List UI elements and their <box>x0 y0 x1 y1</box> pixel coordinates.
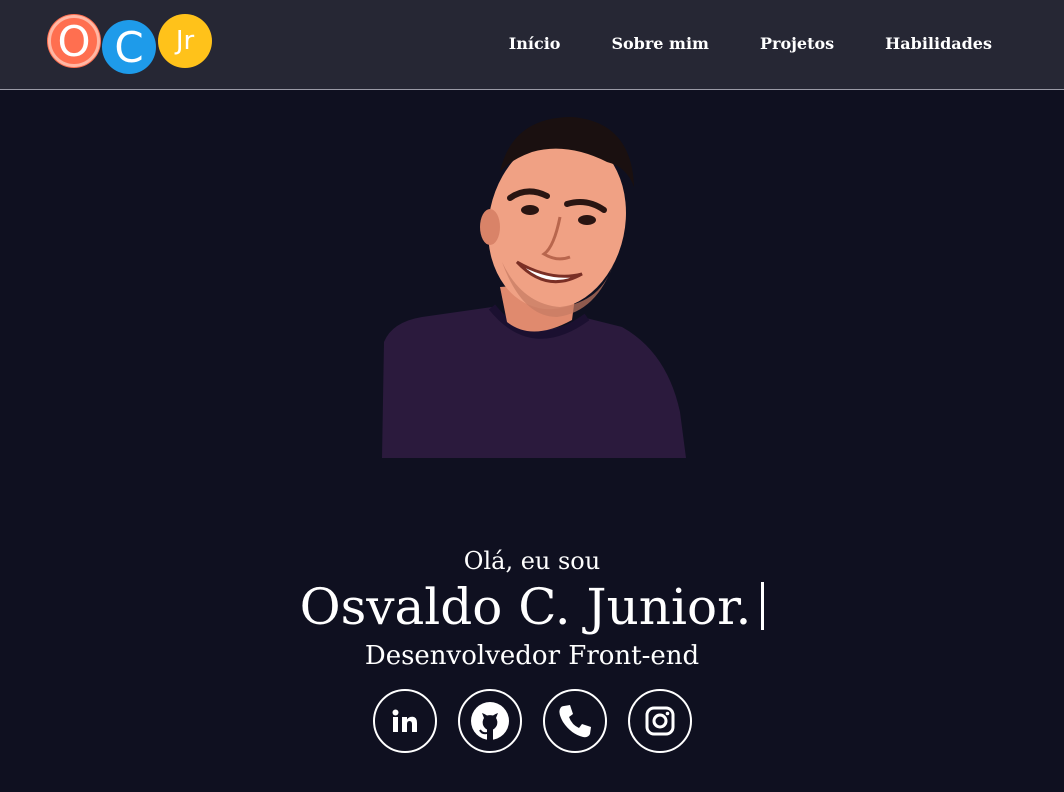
typing-cursor <box>761 582 765 630</box>
nav-link-habilidades[interactable]: Habilidades <box>885 34 992 53</box>
navbar: O C Jr Início Sobre mim Projetos Habilid… <box>0 0 1064 90</box>
phone-link[interactable] <box>543 689 607 753</box>
nav-link-sobre-mim[interactable]: Sobre mim <box>611 34 709 53</box>
linkedin-link[interactable] <box>373 689 437 753</box>
hero-name: Osvaldo C. Junior. <box>299 578 752 636</box>
github-link[interactable] <box>458 689 522 753</box>
social-links <box>373 689 692 753</box>
main-nav: Início Sobre mim Projetos Habilidades <box>509 34 992 53</box>
logo-o-letter: O <box>57 16 91 66</box>
instagram-icon <box>645 706 675 736</box>
logo-jr-letter: Jr <box>175 26 195 56</box>
logo-c-circle: C <box>102 20 156 74</box>
logo-jr-circle: Jr <box>158 14 212 68</box>
phone-icon <box>557 703 593 739</box>
instagram-link[interactable] <box>628 689 692 753</box>
logo-c-letter: C <box>114 22 144 72</box>
logo-o-circle: O <box>47 14 101 68</box>
profile-portrait <box>382 117 686 458</box>
github-icon <box>470 701 510 741</box>
hero-role: Desenvolvedor Front-end <box>364 641 700 671</box>
logo[interactable]: O C Jr <box>47 14 217 76</box>
hero-greeting: Olá, eu sou <box>463 547 601 575</box>
linkedin-icon <box>392 709 418 733</box>
nav-link-inicio[interactable]: Início <box>509 34 561 53</box>
hero-name-line: Osvaldo C. Junior. <box>0 578 1064 636</box>
nav-link-projetos[interactable]: Projetos <box>760 34 834 53</box>
